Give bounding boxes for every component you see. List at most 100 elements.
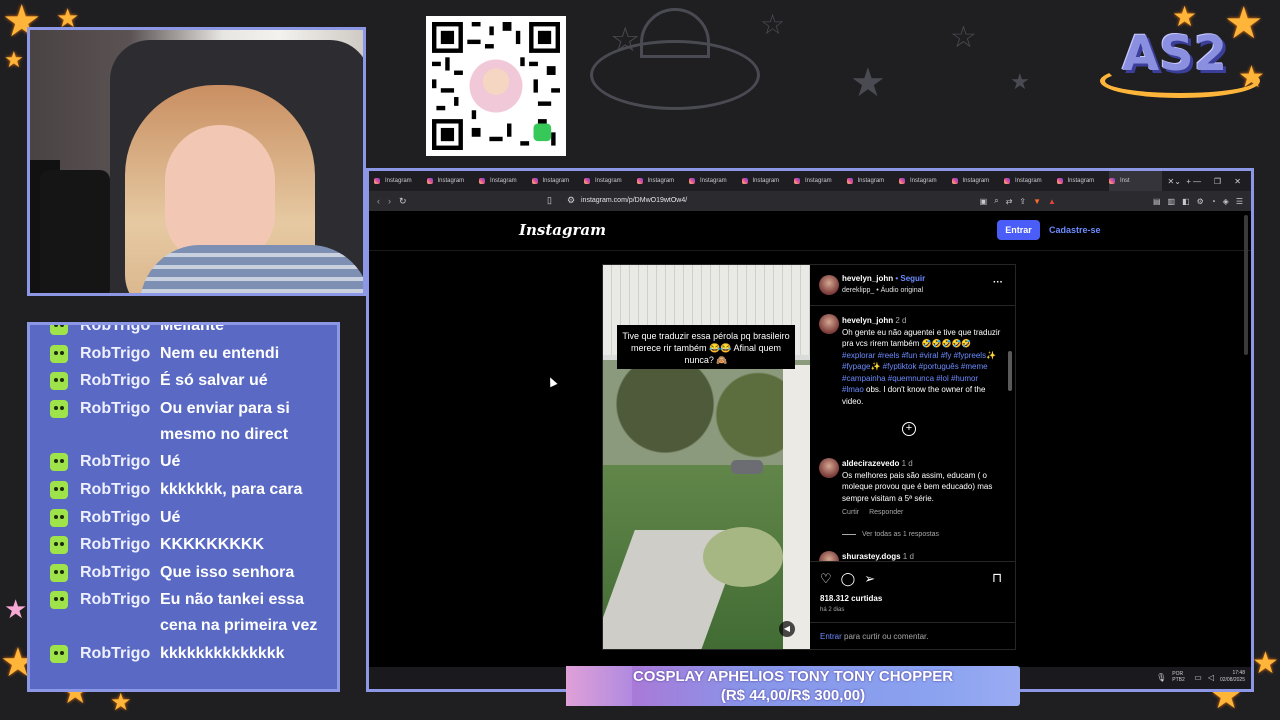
login-button[interactable]: Entrar [997,220,1040,240]
chat-username[interactable]: RobTrigo [80,505,160,531]
follow-button[interactable]: • Seguir [893,274,925,283]
brave-shield-icon[interactable]: ▼ [1033,197,1041,206]
new-tab-icon[interactable]: + [1186,177,1191,186]
browser-tab[interactable]: Instagram [794,171,847,191]
browser-tab[interactable]: Instagram [426,171,480,191]
settings-icon[interactable]: ⚙ [1197,197,1204,206]
browser-tab[interactable]: Instagram [951,171,1005,191]
reload-icon[interactable]: ↻ [399,196,407,207]
wallet-icon[interactable]: ◈ [1223,197,1229,206]
like-icon[interactable]: ♡ [820,571,832,587]
instagram-post: Tive que traduzir essa pérola pq brasile… [602,264,1016,650]
browser-tab[interactable]: Instagram [741,171,795,191]
more-options-icon[interactable]: ··· [993,277,1003,288]
chat-avatar-icon [50,644,68,663]
bookmark-page-icon[interactable]: ▯ [547,195,552,206]
mute-icon[interactable]: ◀ [779,621,795,637]
volume-icon[interactable]: ◁ [1208,673,1214,682]
chat-username[interactable]: RobTrigo [80,587,160,639]
chat-username[interactable]: RobTrigo [80,396,160,448]
vpn-icon[interactable]: ◔ [1211,197,1216,206]
forward-icon[interactable]: › [388,196,391,206]
browser-tab[interactable]: Instagram [899,171,952,191]
minimize-icon[interactable]: — [1193,171,1201,191]
menu-icon[interactable]: ☰ [1236,197,1243,206]
browser-tab[interactable]: Instagram [531,171,585,191]
clock[interactable]: 17:48 02/08/2025 [1220,670,1245,684]
streamer-shirt [140,245,363,293]
comments-scrollbar[interactable] [1008,351,1012,391]
chat-username[interactable]: RobTrigo [80,641,160,667]
login-prompt-link[interactable]: Entrar [820,632,842,641]
caption-avatar[interactable] [819,314,839,334]
restore-icon[interactable]: ❐ [1214,171,1221,191]
tab-search-icon[interactable]: ⌄ [1174,171,1181,191]
post-caption: hevelyn_john 2 d Oh gente eu não aguente… [842,315,1002,407]
reply-comment-button[interactable]: Responder [869,509,903,516]
reel-video[interactable]: Tive que traduzir essa pérola pq brasile… [603,265,810,649]
browser-tab[interactable]: Instagram [689,171,742,191]
view-replies-button[interactable]: Ver todas as 1 respostas [842,531,939,538]
audio-source[interactable]: dereklipp_ • Áudio original [842,287,923,294]
back-icon[interactable]: ‹ [377,196,380,206]
browser-tab[interactable]: Instagram [636,171,690,191]
like-count[interactable]: 818.312 curtidas [820,594,882,603]
chat-text: Ué [160,453,181,471]
reading-list-icon[interactable]: ▥ [1168,197,1176,206]
add-comment-icon[interactable]: + [902,422,916,436]
sidebar-toggle-icon[interactable]: ▤ [1153,197,1161,206]
translate-icon[interactable]: ⇄ [1006,197,1013,206]
chat-username[interactable]: RobTrigo [80,368,160,394]
ufo-dome-doodle [640,8,710,58]
author-avatar[interactable] [819,275,839,295]
star-decoration: ★ [4,48,24,73]
divider [810,561,1016,562]
browser-tab[interactable]: Instagram [584,171,637,191]
url-field[interactable]: instagram.com/p/DMwO19wtOw4/ [581,194,901,208]
chat-username[interactable]: RobTrigo [80,560,160,586]
instagram-favicon-icon [374,178,380,184]
like-comment-button[interactable]: Curtir [842,509,859,516]
browser-tab[interactable]: Inst [1109,171,1162,191]
instagram-favicon-icon [1004,178,1010,184]
network-icon[interactable]: ▭ [1194,673,1202,682]
chat-username[interactable]: RobTrigo [80,532,160,558]
commenter-avatar[interactable] [819,458,839,478]
close-tab-icon[interactable]: ✕ [1168,177,1175,186]
chat-avatar-icon [50,325,68,335]
browser-tab[interactable]: Instagram [846,171,900,191]
chat-text: Ou enviar para si mesmo no direct [160,399,290,443]
extensions-icon[interactable]: ◧ [1182,197,1190,206]
caption-username[interactable]: hevelyn_john [842,316,893,325]
chat-avatar-icon [50,508,68,527]
share-icon[interactable]: ➢ [864,571,875,587]
site-info-icon[interactable]: ⚙ [567,195,575,206]
comment-username[interactable]: shurastey.dogs [842,552,901,561]
window-close-icon[interactable]: ✕ [1234,171,1241,191]
instagram-logo[interactable]: Instagram [519,221,606,239]
rewards-icon[interactable]: ▲ [1048,197,1056,206]
browser-tab[interactable]: Instagram [1004,171,1057,191]
share-icon[interactable]: ⇪ [1019,197,1026,206]
screenshot-icon[interactable]: ▣ [980,197,988,206]
mic-icon[interactable]: 🎙 [1156,673,1166,682]
chat-username[interactable]: RobTrigo [80,477,160,503]
tab-title: Instagram [595,178,622,184]
page-scrollbar[interactable] [1244,215,1248,355]
chat-message: RobTrigo Que isso senhora [30,560,337,586]
commenter-avatar[interactable] [819,551,839,561]
browser-tab[interactable]: Instagram [374,171,427,191]
browser-tab[interactable]: Instagram [479,171,532,191]
chat-username[interactable]: RobTrigo [80,449,160,475]
comment-icon[interactable]: ◯ [841,571,856,587]
instagram-favicon-icon [479,178,485,184]
signup-link[interactable]: Cadastre-se [1049,220,1101,240]
chat-username[interactable]: RobTrigo [80,341,160,367]
language-indicator[interactable]: POR PTB2 [1172,671,1188,683]
author-username[interactable]: hevelyn_john [842,274,893,283]
browser-tab[interactable]: Instagram [1056,171,1110,191]
comment-username[interactable]: aldecirazevedo [842,459,899,468]
chat-username[interactable]: RobTrigo [80,325,160,339]
zoom-icon[interactable]: ⌕ [994,196,998,206]
save-icon[interactable]: ⊓ [992,570,1002,586]
